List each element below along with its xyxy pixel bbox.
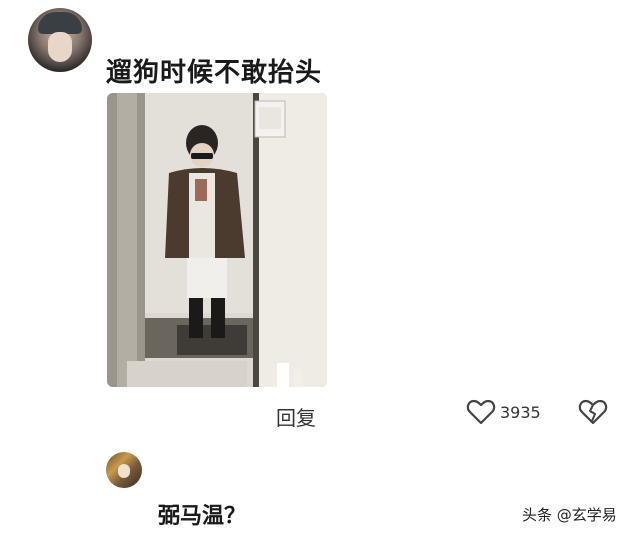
reply-button[interactable]: 回复 bbox=[276, 402, 316, 431]
heart-outline-icon[interactable] bbox=[466, 398, 496, 426]
post-text: 遛狗时候不敢抬头 bbox=[106, 58, 323, 88]
watermark: 头条 @玄学易 bbox=[522, 506, 617, 524]
post-photo[interactable] bbox=[107, 93, 327, 387]
author-avatar[interactable] bbox=[28, 8, 92, 72]
comment-text: 弼马温？ bbox=[158, 504, 247, 529]
avatar-face bbox=[48, 32, 72, 62]
commenter-avatar-face bbox=[118, 464, 130, 478]
broken-heart-icon[interactable] bbox=[578, 398, 608, 426]
avatar-hat bbox=[38, 12, 82, 34]
mirror-selfie-image bbox=[107, 93, 327, 387]
commenter-avatar[interactable] bbox=[106, 452, 142, 488]
like-count: 3935 bbox=[500, 403, 541, 422]
